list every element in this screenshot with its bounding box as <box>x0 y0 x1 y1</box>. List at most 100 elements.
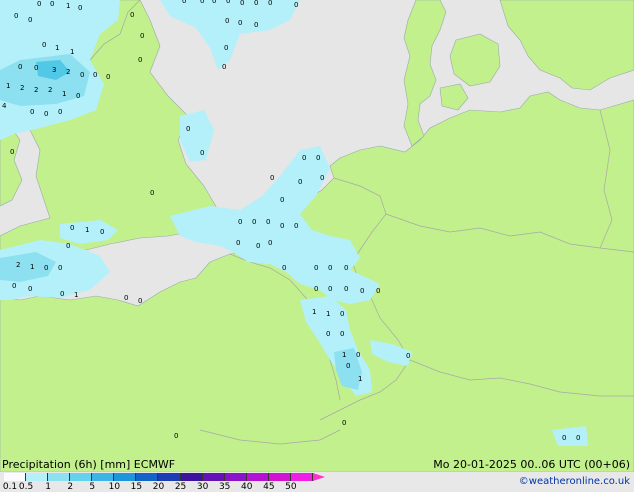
precip-value-label: 0 <box>376 287 380 295</box>
precip-value-label: 0 <box>254 0 258 7</box>
precip-value-label: 0 <box>238 218 242 226</box>
precip-value-label: 0 <box>314 264 318 272</box>
precip-value-label: 0 <box>238 19 242 27</box>
precip-value-label: 0 <box>225 17 229 25</box>
precip-value-label: 0 <box>268 0 272 7</box>
colorbar-swatch <box>26 473 49 481</box>
colorbar-swatch <box>114 473 137 481</box>
precip-value-label: 0 <box>316 154 320 162</box>
precip-value-label: 0 <box>254 21 258 29</box>
precip-value-label: 0 <box>222 63 226 71</box>
forecast-run-time: Mo 20-01-2025 00..06 UTC (00+06) <box>433 458 630 471</box>
colorbar-tick-label: 5 <box>89 482 96 492</box>
precip-value-label: 0 <box>562 434 566 442</box>
colorbar-swatch <box>180 473 203 481</box>
precip-value-label: 0 <box>256 242 260 250</box>
precip-value-label: 0 <box>37 0 41 8</box>
colorbar-swatch <box>246 473 269 481</box>
precip-value-label: 0 <box>282 264 286 272</box>
precip-value-label: 2 <box>48 86 52 94</box>
precip-value-label: 0 <box>342 419 346 427</box>
precip-value-label: 0 <box>100 228 104 236</box>
precip-value-label: 0 <box>138 56 142 64</box>
precip-value-label: 0 <box>302 154 306 162</box>
precip-value-label: 0 <box>44 110 48 118</box>
precip-value-label: 0 <box>326 330 330 338</box>
precip-value-label: 0 <box>252 218 256 226</box>
precip-value-label: 1 <box>55 44 59 52</box>
precip-value-label: 0 <box>10 148 14 156</box>
precip-value-label: 1 <box>326 310 330 318</box>
colorbar-swatch <box>202 473 225 481</box>
precip-value-label: 0 <box>80 71 84 79</box>
precip-value-label: 0 <box>344 285 348 293</box>
precip-value-label: 0 <box>28 285 32 293</box>
precip-value-label: 3 <box>52 66 56 74</box>
precip-value-label: 0 <box>298 178 302 186</box>
precip-value-label: 0 <box>340 330 344 338</box>
precip-value-label: 1 <box>66 2 70 10</box>
colorbar-swatch <box>70 473 93 481</box>
precip-value-label: 0 <box>93 71 97 79</box>
colorbar-swatch <box>290 473 313 481</box>
colorbar-swatch <box>268 473 291 481</box>
precipitation-map: 0 0 1 00 000 0 0 0 0 0 0 00 0 000000 1 10 0 3 2 0 0 01 2 2 2 1 040… <box>0 0 634 472</box>
colorbar-tick-label: 15 <box>130 482 143 492</box>
precip-value-label: 0 <box>226 0 230 5</box>
map-title: Precipitation (6h) [mm] ECMWF <box>2 458 176 471</box>
precip-value-label: 0 <box>42 41 46 49</box>
colorbar-tick-label: 0.5 <box>18 482 34 492</box>
precip-value-label: 0 <box>200 0 204 5</box>
precip-value-label: 0 <box>240 0 244 7</box>
precip-value-label: 0 <box>328 285 332 293</box>
precip-value-label: 0 <box>124 294 128 302</box>
precip-value-label: 0 <box>212 0 216 5</box>
precip-value-label: 1 <box>312 308 316 316</box>
precip-value-label: 0 <box>174 432 178 440</box>
precip-value-label: 0 <box>280 196 284 204</box>
site-credit[interactable]: ©weatheronline.co.uk <box>519 475 630 488</box>
precip-value-label: 0 <box>340 310 344 318</box>
precip-value-label: 0 <box>50 0 54 8</box>
colorbar-tick-label: 25 <box>174 482 187 492</box>
precip-value-label: 0 <box>406 352 410 360</box>
precip-value-label: 0 <box>70 224 74 232</box>
precip-value-label: 0 <box>270 174 274 182</box>
precip-value-label: 2 <box>16 261 20 269</box>
precip-value-label: 1 <box>6 82 10 90</box>
precip-value-label: 0 <box>236 239 240 247</box>
precip-value-label: 0 <box>576 434 580 442</box>
precip-value-label: 1 <box>62 90 66 98</box>
precip-value-label: 0 <box>266 218 270 226</box>
colorbar-swatch <box>224 473 247 481</box>
precip-value-label: 0 <box>76 92 80 100</box>
colorbar-tick-label: 10 <box>108 482 121 492</box>
colorbar-tick-label: 50 <box>285 482 297 492</box>
precip-value-label: 2 <box>20 84 24 92</box>
precip-value-label: 0 <box>200 149 204 157</box>
colorbar-swatch <box>136 473 159 481</box>
precip-value-label: 1 <box>342 351 346 359</box>
colorbar-tick-label: 0.1 <box>2 482 18 492</box>
colorbar-swatch <box>4 473 27 481</box>
colorbar <box>4 473 313 481</box>
precip-value-label: 2 <box>66 68 70 76</box>
precip-value-label: 0 <box>328 264 332 272</box>
precip-value-label: 0 <box>106 73 110 81</box>
precip-value-label: 0 <box>58 108 62 116</box>
precip-value-label: 1 <box>74 291 78 299</box>
precip-value-label: 0 <box>66 242 70 250</box>
precip-value-label: 0 <box>186 125 190 133</box>
precip-value-label: 0 <box>28 16 32 24</box>
precip-value-label: 1 <box>358 375 362 383</box>
precip-value-label: 0 <box>268 239 272 247</box>
precip-value-label: 0 <box>18 63 22 71</box>
colorbar-tick-label: 45 <box>263 482 275 492</box>
precip-value-label: 0 <box>356 351 360 359</box>
precip-value-label: 0 <box>140 32 144 40</box>
precip-value-label: 0 <box>130 11 134 19</box>
precip-value-label: 1 <box>30 263 34 271</box>
precip-value-label: 0 <box>320 174 324 182</box>
precip-value-label: 0 <box>182 0 186 5</box>
precip-value-label: 1 <box>85 226 89 234</box>
